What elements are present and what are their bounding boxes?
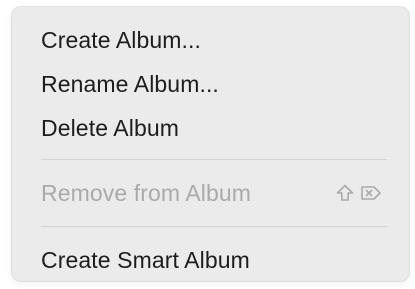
menu-item-label: Create Smart Album [41, 246, 250, 273]
menu-item-remove-from-album: Remove from Album [12, 174, 409, 212]
delete-forward-icon [361, 186, 381, 200]
menu-item-label: Remove from Album [41, 179, 252, 206]
menu-item-delete-album[interactable]: Delete Album [12, 109, 409, 147]
shift-icon [336, 184, 354, 201]
menu-item-label: Delete Album [41, 114, 179, 141]
keyboard-shortcut [335, 183, 383, 203]
menu-item-rename-album[interactable]: Rename Album... [12, 65, 409, 103]
context-menu: Create Album... Rename Album... Delete A… [12, 7, 409, 281]
menu-item-label: Rename Album... [41, 70, 219, 97]
menu-item-create-smart-album[interactable]: Create Smart Album [12, 241, 409, 279]
menu-item-create-album[interactable]: Create Album... [12, 21, 409, 59]
menu-item-label: Create Album... [41, 26, 202, 53]
menu-separator [41, 159, 387, 160]
menu-separator [41, 226, 387, 227]
